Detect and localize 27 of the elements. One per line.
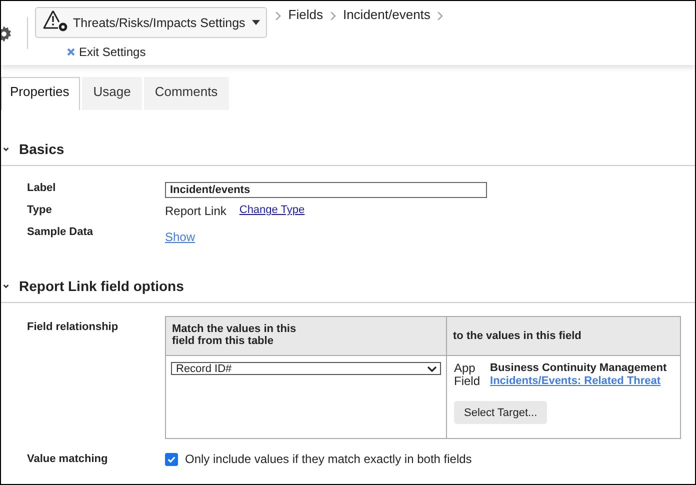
field-label: Type <box>27 204 53 216</box>
breadcrumb-link[interactable]: Incident/events <box>342 7 430 22</box>
checkbox-label: Only include values if they match exactly in both fields <box>185 452 472 466</box>
target-field-link[interactable]: Incidents/Events: Related Threat <box>490 375 667 388</box>
show-link[interactable]: Show <box>165 230 196 244</box>
section-title: Report Link field options <box>19 278 184 294</box>
label-input[interactable]: Incident/events <box>165 182 487 198</box>
field-value: Report Link <box>165 204 226 218</box>
breadcrumb-link[interactable]: Fields <box>288 7 323 22</box>
section-title: Basics <box>19 141 64 157</box>
field-label: Label <box>27 182 57 194</box>
exit-settings-link[interactable]: Exit Settings <box>79 45 146 59</box>
select-target-button[interactable]: Select Target... <box>454 401 548 424</box>
tab[interactable]: Usage <box>82 77 142 110</box>
settings-menu-button[interactable]: Threats/Risks/Impacts Settings <box>35 7 268 38</box>
target-label: App <box>454 362 476 375</box>
field-label: Field relationship <box>27 321 120 333</box>
field-label: Value matching <box>27 453 109 465</box>
source-field-select[interactable]: Record ID# <box>171 362 441 375</box>
column-header: Match the values in this field from this table <box>166 316 446 356</box>
field-label: Sample Data <box>27 226 94 238</box>
target-app-name: Business Continuity Management <box>490 362 667 375</box>
change-type-link[interactable]: Change Type <box>239 204 305 216</box>
tab[interactable]: Properties <box>1 77 80 110</box>
target-label: Field <box>454 375 480 388</box>
tab[interactable]: Comments <box>144 77 229 110</box>
column-header: to the values in this field <box>446 316 680 356</box>
